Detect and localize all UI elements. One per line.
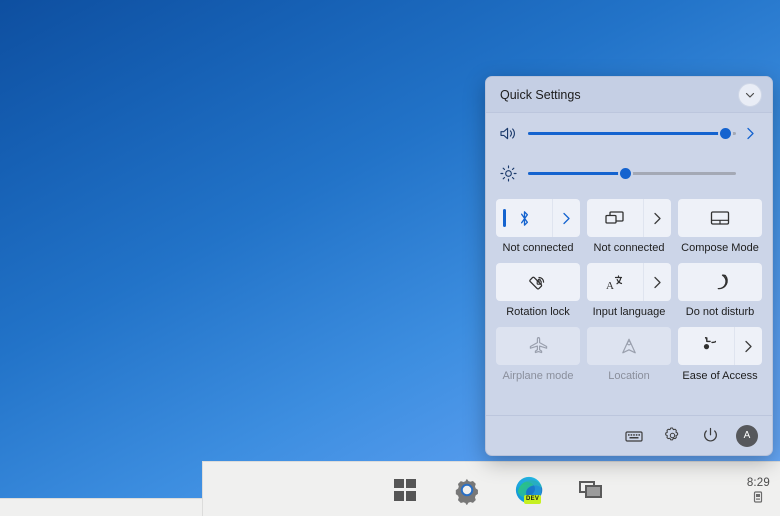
tile-cast[interactable]: Not connected: [587, 199, 671, 255]
cast-chevron-right-icon[interactable]: [643, 199, 671, 237]
task-view-icon: [579, 480, 603, 499]
tile-bluetooth[interactable]: Not connected: [496, 199, 580, 255]
input-language-chevron-right-icon[interactable]: [643, 263, 671, 301]
taskbar-item-settings[interactable]: [443, 466, 491, 514]
tray-device-icon: [753, 490, 763, 503]
tile-cast-label: Not connected: [593, 242, 665, 254]
tile-cast-box[interactable]: [587, 199, 671, 237]
tile-ease-of-access-box[interactable]: [678, 327, 762, 365]
taskbar-item-start[interactable]: [381, 466, 429, 514]
brightness-slider-fill: [528, 171, 626, 175]
panel-title: Quick Settings: [500, 87, 581, 102]
tile-active-accent-bar: [503, 209, 506, 227]
speaker-icon[interactable]: [500, 126, 524, 141]
keyboard-edit-icon[interactable]: [622, 424, 646, 448]
desktop: DEV 8:29 Quick Settings Not connected No…: [0, 0, 780, 516]
tile-compose-mode[interactable]: Compose Mode: [678, 199, 762, 255]
chevron-down-icon[interactable]: [738, 82, 762, 107]
quick-settings-tile-grid: Not connected Not connected Compose Mode…: [496, 199, 762, 383]
moon-icon: [678, 273, 762, 291]
location-icon: [587, 337, 671, 356]
brightness-slider-track[interactable]: [528, 165, 736, 181]
clock-time: 8:29: [746, 476, 770, 489]
volume-slider-thumb[interactable]: [718, 125, 734, 141]
taskbar: DEV 8:29: [202, 461, 780, 516]
edge-dev-badge: DEV: [524, 494, 542, 504]
taskbar-clock[interactable]: 8:29: [747, 462, 770, 516]
gear-icon: [452, 475, 482, 505]
tile-airplane-mode-box[interactable]: [496, 327, 580, 365]
brightness-icon: [500, 164, 524, 182]
cast-icon: [587, 210, 643, 227]
brightness-slider-thumb[interactable]: [618, 165, 634, 181]
tile-location[interactable]: Location: [587, 327, 671, 383]
tile-do-not-disturb-box[interactable]: [678, 263, 762, 301]
accessibility-icon: [678, 336, 734, 356]
avatar[interactable]: A: [736, 424, 758, 447]
volume-slider-row: [486, 113, 772, 153]
svg-text:A: A: [606, 280, 614, 292]
taskbar-item-edge-dev[interactable]: DEV: [505, 466, 553, 514]
tile-location-box[interactable]: [587, 327, 671, 365]
avatar-initial: A: [743, 430, 751, 441]
tile-location-label: Location: [608, 370, 650, 382]
power-icon[interactable]: [698, 424, 722, 448]
quick-settings-panel: Quick Settings Not connected Not connect…: [485, 76, 773, 456]
tile-ease-of-access[interactable]: Ease of Access: [678, 327, 762, 383]
taskbar-left-segment: [0, 498, 203, 516]
tile-do-not-disturb[interactable]: Do not disturb: [678, 263, 762, 319]
taskbar-icon-group: DEV: [203, 462, 615, 516]
tile-input-language-label: Input language: [592, 306, 666, 318]
tile-input-language-box[interactable]: A: [587, 263, 671, 301]
tile-input-language[interactable]: A Input language: [587, 263, 671, 319]
tile-bluetooth-label: Not connected: [502, 242, 574, 254]
quick-settings-header: Quick Settings: [486, 77, 772, 113]
volume-slider-fill: [528, 131, 726, 135]
tile-rotation-lock-label: Rotation lock: [506, 306, 570, 318]
ease-of-access-chevron-right-icon[interactable]: [734, 327, 762, 365]
windows-logo-icon: [394, 478, 416, 501]
volume-expand-chevron-right-icon[interactable]: [746, 127, 764, 140]
edge-dev-icon: DEV: [514, 475, 544, 505]
tile-do-not-disturb-label: Do not disturb: [685, 306, 755, 318]
tile-compose-mode-box[interactable]: [678, 199, 762, 237]
tile-airplane-mode-label: Airplane mode: [502, 370, 574, 382]
airplane-icon: [496, 336, 580, 356]
tile-rotation-lock-box[interactable]: [496, 263, 580, 301]
taskbar-item-task-view[interactable]: [567, 466, 615, 514]
volume-slider-track[interactable]: [528, 125, 736, 141]
quick-settings-footer: A: [486, 415, 772, 455]
tile-ease-of-access-label: Ease of Access: [682, 370, 758, 382]
touchpad-icon: [678, 210, 762, 226]
tile-rotation-lock[interactable]: Rotation lock: [496, 263, 580, 319]
input-language-icon: A: [587, 273, 643, 292]
tile-airplane-mode[interactable]: Airplane mode: [496, 327, 580, 383]
tile-bluetooth-box[interactable]: [496, 199, 580, 237]
rotation-lock-icon: [496, 272, 580, 292]
tile-compose-mode-label: Compose Mode: [681, 242, 759, 254]
brightness-slider-row: [486, 153, 772, 193]
gear-icon[interactable]: [660, 424, 684, 448]
bluetooth-chevron-right-icon[interactable]: [552, 199, 580, 237]
